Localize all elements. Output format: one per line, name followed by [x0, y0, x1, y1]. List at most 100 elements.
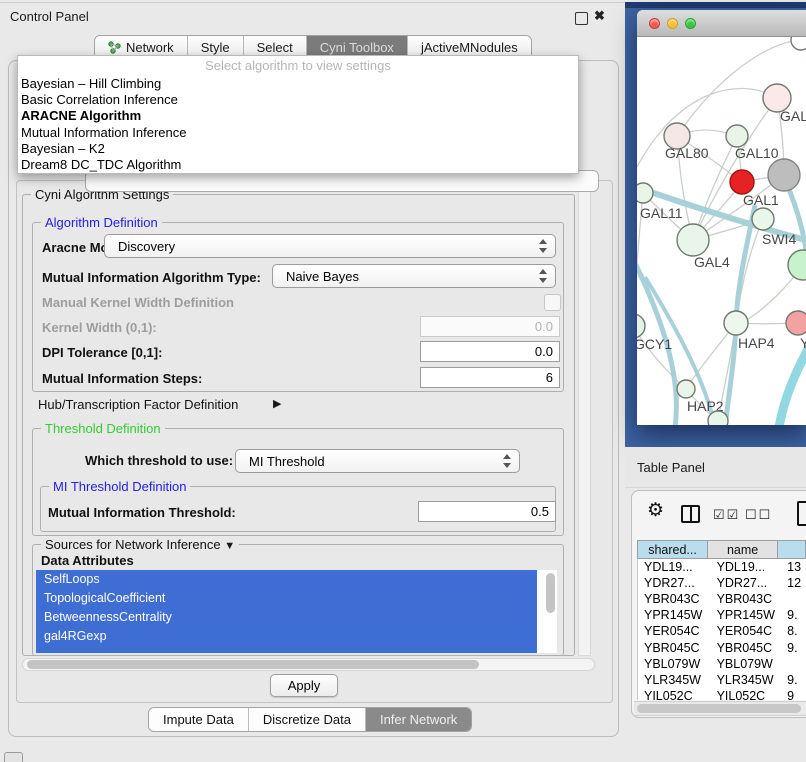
table-cell: YDL19...	[638, 560, 711, 574]
collapsed-panel-button[interactable]	[4, 752, 23, 762]
attributes-scrollbar[interactable]	[543, 570, 557, 653]
document-icon[interactable]	[797, 501, 806, 526]
table-cell: YBR045C	[638, 641, 711, 655]
kernel-width-field[interactable]: 0.0	[420, 316, 560, 337]
table-cell: 9	[783, 689, 806, 700]
gear-icon[interactable]: ⚙	[647, 499, 664, 522]
table-horizontal-scrollbar[interactable]	[634, 701, 806, 716]
attribute-item[interactable]	[36, 646, 537, 653]
network-node[interactable]	[637, 183, 653, 203]
checked-checkboxes-icon[interactable]: ☑☑	[713, 507, 740, 523]
table-row[interactable]: YBL079WYBL079W	[638, 656, 806, 672]
tab-discretize-data[interactable]: Discretize Data	[249, 708, 366, 731]
table-cell: YDR27...	[711, 576, 784, 590]
table-row[interactable]: YIL052CYIL052C9	[638, 688, 806, 700]
tab-label: jActiveMNodules	[421, 40, 518, 55]
table-row[interactable]: YDL19...YDL19...13	[638, 559, 806, 575]
table-row[interactable]: YLR345WYLR345W9.	[638, 672, 806, 688]
manual-kernel-width-checkbox[interactable]	[544, 294, 561, 311]
algorithm-option[interactable]: Dream8 DC_TDC Algorithm	[18, 157, 578, 173]
network-window-titlebar[interactable]	[637, 10, 806, 37]
mi-steps-field[interactable]: 6	[420, 367, 560, 388]
table-cell: 12	[783, 576, 806, 590]
algorithm-option[interactable]: ARACNE Algorithm	[18, 108, 578, 124]
table-cell: 9.	[783, 673, 806, 687]
table-cell: YDL19...	[711, 560, 784, 574]
expand-right-icon[interactable]: ▶	[273, 397, 281, 410]
table-cell: YBR043C	[711, 592, 784, 606]
scrollbar-thumb[interactable]	[27, 660, 479, 669]
tab-infer-network[interactable]: Infer Network	[366, 708, 471, 731]
unchecked-checkboxes-icon[interactable]: ☐☐	[745, 507, 772, 523]
network-node[interactable]	[768, 159, 800, 191]
column-header-name[interactable]: name	[707, 540, 777, 559]
dpi-tolerance-field[interactable]: 0.0	[420, 341, 560, 362]
app-canvas: Control Panel ✖ Network Style Select Cyn…	[0, 0, 806, 762]
settings-horizontal-scrollbar[interactable]	[22, 658, 595, 671]
node-label: GAL1	[743, 192, 779, 208]
which-threshold-select[interactable]: MI Threshold	[235, 449, 520, 473]
network-node[interactable]	[788, 250, 806, 280]
dropdown-placeholder: Select algorithm to view settings	[18, 56, 578, 76]
network-view[interactable]: GAL7GAL80GAL10GAL1GAL11SWI4GAL4GCY1HAP4Y…	[637, 37, 806, 425]
tab-impute-data[interactable]: Impute Data	[149, 708, 249, 731]
group-title: Sources for Network Inference ▼	[41, 537, 239, 552]
network-node[interactable]	[730, 170, 754, 194]
group-title: MI Threshold Definition	[49, 479, 190, 494]
network-node[interactable]	[791, 37, 806, 50]
network-node[interactable]	[677, 380, 695, 398]
attribute-item[interactable]: TopologicalCoefficient	[36, 589, 537, 608]
attribute-item[interactable]: gal4RGexp	[36, 627, 537, 646]
algorithm-option[interactable]: Basic Correlation Inference	[18, 92, 578, 108]
network-window[interactable]: GAL7GAL80GAL10GAL1GAL11SWI4GAL4GCY1HAP4Y…	[637, 10, 806, 425]
mi-threshold-field[interactable]: 0.5	[418, 501, 556, 522]
zoom-window-icon[interactable]	[685, 18, 696, 29]
table-cell: YBR043C	[638, 592, 711, 606]
table-cell: YIL052C	[638, 689, 711, 700]
attribute-item[interactable]: SelfLoops	[36, 570, 537, 589]
table-row[interactable]: YDR27...YDR27...12	[638, 575, 806, 591]
network-node[interactable]	[677, 224, 709, 256]
network-graph[interactable]: GAL7GAL80GAL10GAL1GAL11SWI4GAL4GCY1HAP4Y…	[637, 37, 806, 425]
node-label: Y	[800, 335, 806, 351]
algorithm-option[interactable]: Bayesian – K2	[18, 141, 578, 157]
table-row[interactable]: YER054CYER054C8.	[638, 623, 806, 639]
collapse-down-icon[interactable]: ▼	[224, 540, 235, 552]
network-node[interactable]	[752, 208, 774, 230]
table-row[interactable]: YBR043CYBR043C	[638, 591, 806, 607]
mi-algorithm-type-value: Naive Bayes	[286, 269, 359, 284]
algorithm-option[interactable]: Mutual Information Inference	[18, 125, 578, 141]
scrollbar-thumb[interactable]	[637, 704, 801, 713]
attribute-item[interactable]: BetweennessCentrality	[36, 608, 537, 627]
column-header-partial[interactable]	[777, 540, 806, 559]
column-header-shared-name[interactable]: shared...	[637, 540, 707, 559]
node-label: GAL4	[694, 254, 730, 270]
network-node[interactable]	[724, 311, 748, 335]
apply-button[interactable]: Apply	[270, 674, 338, 697]
network-node[interactable]	[637, 314, 645, 338]
network-node[interactable]	[726, 125, 748, 147]
table-header-row: shared... name	[637, 540, 806, 559]
close-window-icon[interactable]	[649, 18, 660, 29]
mi-algorithm-type-select[interactable]: Naive Bayes	[272, 264, 556, 288]
data-attributes-label: Data Attributes	[38, 553, 137, 568]
table-row[interactable]: YBR045CYBR045C9.	[638, 639, 806, 655]
table-cell: YDR27...	[638, 576, 711, 590]
data-attributes-list[interactable]: SelfLoopsTopologicalCoefficientBetweenne…	[36, 570, 557, 653]
columns-icon[interactable]	[681, 505, 700, 523]
desktop-shade	[625, 2, 806, 8]
algorithm-option[interactable]: Bayesian – Hill Climbing	[18, 76, 578, 92]
divider	[0, 2, 625, 3]
minimize-window-icon[interactable]	[667, 18, 678, 29]
table-row[interactable]: YPR145WYPR145W9.	[638, 607, 806, 623]
table-cell: YER054C	[711, 624, 784, 638]
network-node[interactable]	[786, 311, 806, 335]
settings-vertical-scrollbar[interactable]	[578, 182, 591, 656]
float-panel-icon[interactable]	[575, 12, 588, 25]
close-panel-icon[interactable]: ✖	[594, 8, 605, 24]
network-node[interactable]	[708, 411, 728, 425]
scrollbar-thumb[interactable]	[546, 573, 555, 613]
dpi-tolerance-label: DPI Tolerance [0,1]:	[42, 345, 162, 360]
table-panel-title: Table Panel	[637, 460, 705, 475]
aracne-mode-select[interactable]: Discovery	[104, 234, 556, 258]
